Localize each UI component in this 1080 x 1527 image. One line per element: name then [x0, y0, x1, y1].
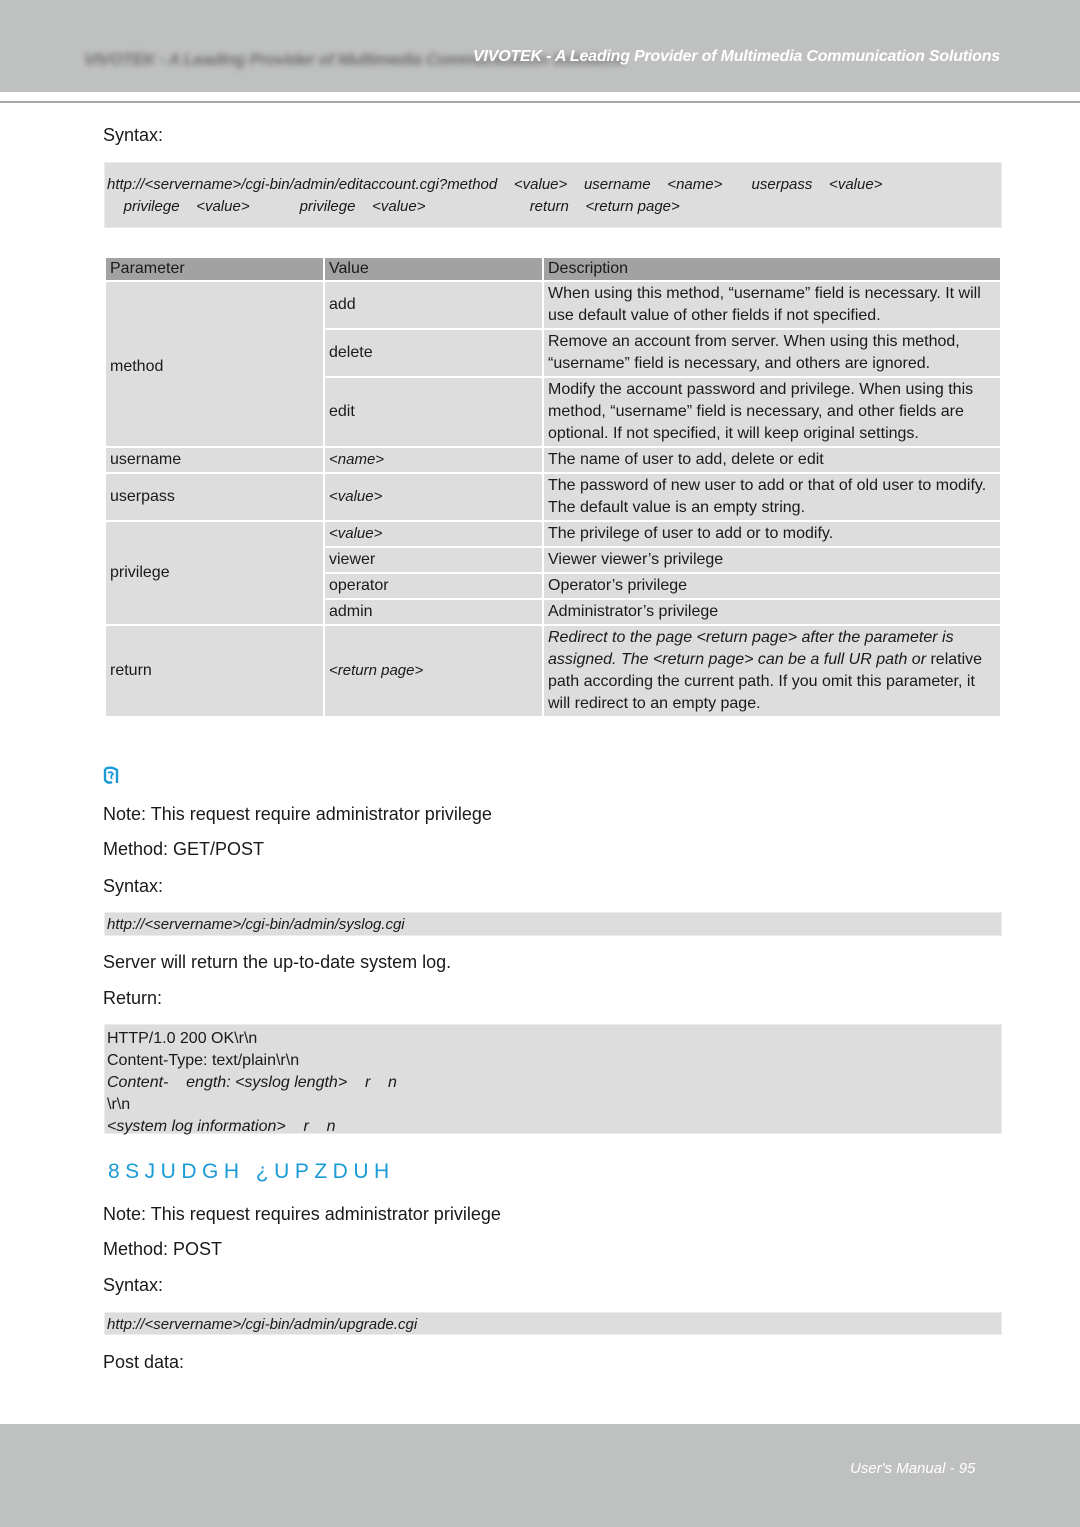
syslog-method: Method: GET/POST	[103, 839, 265, 859]
value-cell: <name>	[325, 448, 542, 472]
description-cell: Viewer viewer’s privilege	[544, 548, 1000, 572]
header-title: VIVOTEK - A Leading Provider of Multimed…	[473, 48, 1000, 65]
param-cell: privilege	[106, 522, 323, 624]
description-cell: The name of user to add, delete or edit	[544, 448, 1000, 472]
syslog-note: Note: This request require administrator…	[103, 804, 492, 824]
value-cell: viewer	[325, 548, 542, 572]
table-row: privilege <value> The privilege of user …	[106, 522, 1000, 624]
value-cell: <return page>	[325, 626, 542, 716]
table-header-row: Parameter Value Description	[106, 258, 1000, 280]
parameter-table: Parameter Value Description method add W…	[104, 256, 1002, 718]
table-row: userpass <value> The password of new use…	[106, 474, 1000, 520]
description-cell: Administrator’s privilege	[544, 600, 1000, 624]
return-line: HTTP/1.0 200 OK\r\n	[107, 1030, 258, 1047]
description-cell: The privilege of user to add or to modif…	[544, 522, 1000, 546]
param-cell: userpass	[106, 474, 323, 520]
description-cell: Operator’s privilege	[544, 574, 1000, 598]
document-glyph-icon	[103, 766, 119, 784]
value-cell: operator	[325, 574, 542, 598]
description-cell: Modify the account password and privileg…	[544, 378, 1000, 446]
return-line: <system log information> r n	[107, 1118, 336, 1135]
syntax-line: privilege <value> privilege <value> retu…	[107, 198, 680, 215]
syntax-line: http://<servername>/cgi-bin/admin/editac…	[107, 176, 883, 193]
upgrade-syntax: http://<servername>/cgi-bin/admin/upgrad…	[107, 1316, 418, 1333]
syslog-return-label: Return:	[103, 988, 163, 1008]
description-cell: Remove an account from server. When usin…	[544, 330, 1000, 376]
value-cell: delete	[325, 330, 542, 376]
param-cell: method	[106, 282, 323, 446]
table-row: return <return page> Redirect to the pag…	[106, 626, 1000, 716]
syntax-label: Syntax:	[103, 125, 164, 145]
value-cell: <value>	[325, 474, 542, 520]
description-cell: The password of new user to add or that …	[544, 474, 1000, 520]
upgrade-post-data-label: Post data:	[103, 1352, 185, 1372]
syslog-syntax: http://<servername>/cgi-bin/admin/syslog…	[107, 916, 405, 933]
syslog-description: Server will return the up-to-date system…	[103, 952, 452, 972]
page-footer: User's Manual - 95	[0, 1424, 1080, 1527]
column-header-value: Value	[325, 258, 542, 280]
value-cell: admin	[325, 600, 542, 624]
page-header: VIVOTEK - A Leading Provider of Multimed…	[0, 0, 1080, 92]
return-line: Content-Type: text/plain\r\n	[107, 1052, 300, 1069]
table-row: username <name> The name of user to add,…	[106, 448, 1000, 472]
param-cell: return	[106, 626, 323, 716]
upgrade-note: Note: This request requires administrato…	[103, 1204, 501, 1224]
upgrade-syntax-box: http://<servername>/cgi-bin/admin/upgrad…	[104, 1312, 1002, 1335]
description-cell: Redirect to the page <return page> after…	[544, 626, 1000, 716]
syslog-syntax-box: http://<servername>/cgi-bin/admin/syslog…	[104, 912, 1002, 936]
param-cell: username	[106, 448, 323, 472]
return-line: \r\n	[107, 1096, 131, 1113]
return-line: Content- ength: <syslog length> r n	[107, 1074, 397, 1091]
syslog-return-box: HTTP/1.0 200 OK\r\n Content-Type: text/p…	[104, 1024, 1002, 1135]
value-cell: edit	[325, 378, 542, 446]
table-row: method add When using this method, “user…	[106, 282, 1000, 446]
description-italic-part: Redirect to the page <return page> after…	[548, 629, 954, 668]
column-header-parameter: Parameter	[106, 258, 323, 280]
column-header-description: Description	[544, 258, 1000, 280]
header-divider	[0, 101, 1080, 103]
value-cell: add	[325, 282, 542, 328]
upgrade-section-title: 8SJUDGH ¿UPZDUH	[108, 1160, 395, 1183]
editaccount-syntax-box: http://<servername>/cgi-bin/admin/editac…	[104, 162, 1002, 228]
description-cell: When using this method, “username” field…	[544, 282, 1000, 328]
page-number: User's Manual - 95	[850, 1460, 976, 1477]
upgrade-syntax-label: Syntax:	[103, 1275, 164, 1295]
value-cell: <value>	[325, 522, 542, 546]
upgrade-method: Method: POST	[103, 1239, 223, 1259]
syslog-syntax-label: Syntax:	[103, 876, 164, 896]
